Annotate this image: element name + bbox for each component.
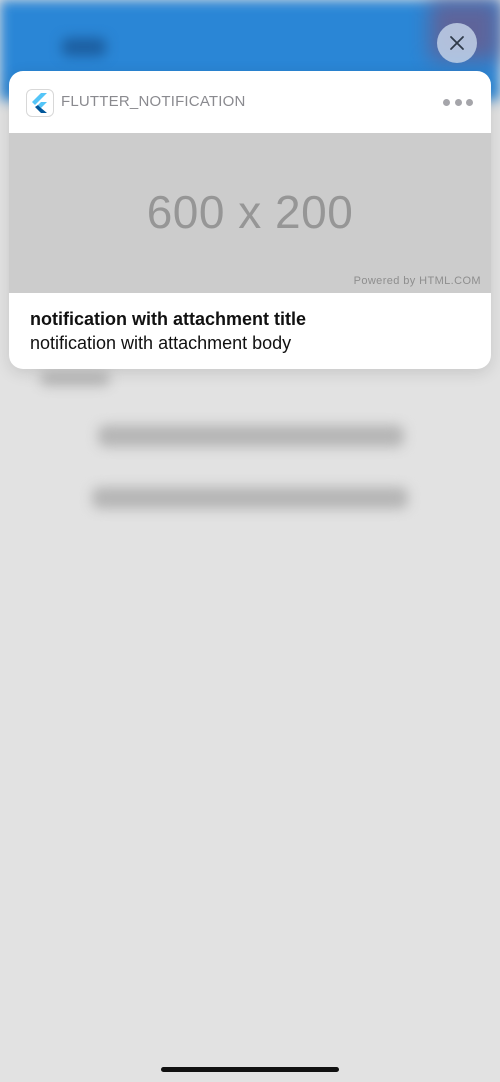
app-name: FLUTTER_NOTIFICATION xyxy=(61,93,246,110)
notification-attachment-image: 600 x 200 Powered by HTML.COM xyxy=(9,133,491,293)
more-options-button[interactable] xyxy=(443,93,473,111)
flutter-logo-icon xyxy=(32,93,47,113)
notification-card[interactable]: FLUTTER_NOTIFICATION 600 x 200 Powered b… xyxy=(9,71,491,369)
attachment-credit-text: Powered by HTML.COM xyxy=(353,275,481,287)
background-text-line xyxy=(40,372,110,386)
close-button[interactable] xyxy=(437,23,477,63)
lock-screen: FLUTTER_NOTIFICATION 600 x 200 Powered b… xyxy=(0,0,500,1082)
attachment-placeholder-text: 600 x 200 xyxy=(146,186,354,238)
home-indicator[interactable] xyxy=(161,1067,339,1072)
notification-title: notification with attachment title xyxy=(30,309,307,329)
close-icon xyxy=(450,36,464,50)
background-text-line xyxy=(98,425,404,447)
more-dots-icon xyxy=(443,98,450,106)
more-dots-icon xyxy=(466,98,473,106)
notification-header: FLUTTER_NOTIFICATION xyxy=(9,71,491,133)
background-text-line xyxy=(92,487,408,509)
background-app-title xyxy=(62,38,106,56)
more-dots-icon xyxy=(454,98,462,106)
notification-body: notification with attachment body xyxy=(30,333,292,353)
app-icon-container xyxy=(26,89,54,117)
